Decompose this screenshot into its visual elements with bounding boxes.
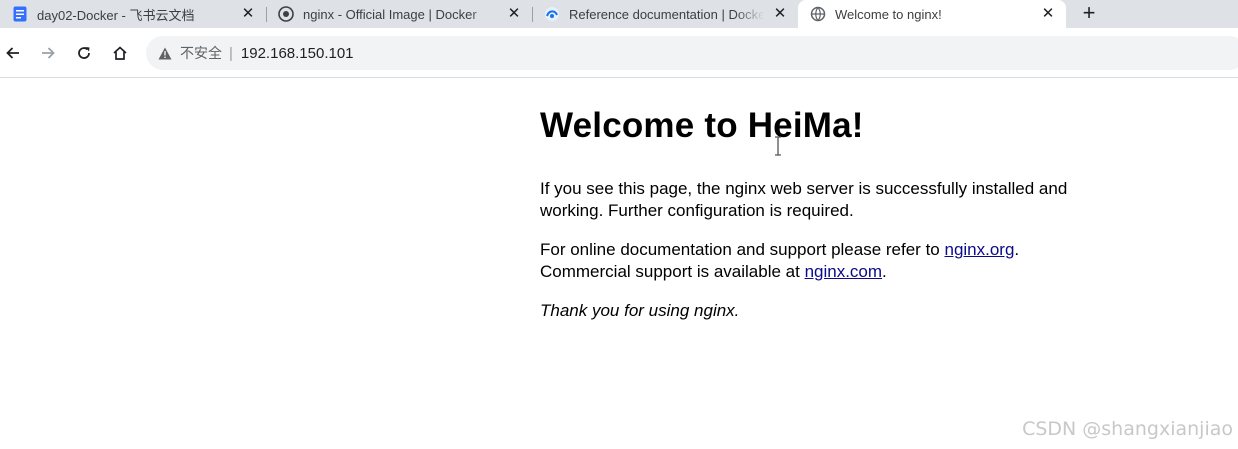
globe-icon: [278, 6, 294, 22]
document-icon: [12, 6, 28, 22]
thanks-text: Thank you for using nginx.: [540, 301, 740, 320]
security-label[interactable]: 不安全: [180, 43, 222, 63]
world-icon: [810, 6, 826, 22]
intro-paragraph: If you see this page, the nginx web serv…: [540, 179, 1068, 220]
thanks-paragraph: Thank you for using nginx.: [540, 300, 1110, 322]
arrow-right-icon: [42, 47, 55, 59]
omnibox-separator: |: [229, 44, 233, 62]
nginx-com-link[interactable]: nginx.com: [805, 262, 882, 281]
tab-nginx-docker[interactable]: nginx - Official Image | Docker ✕: [266, 0, 533, 28]
warning-icon[interactable]: [158, 46, 172, 60]
page-content: Welcome to HeiMa! If you see this page, …: [540, 104, 1110, 339]
tab-strip: day02-Docker - 飞书云文档 ✕ nginx - Official …: [0, 0, 1238, 28]
period: .: [882, 262, 887, 281]
reload-icon: [78, 47, 90, 59]
forward-button[interactable]: [35, 40, 61, 66]
support-text: For online documentation and support ple…: [540, 240, 945, 259]
page-heading: Welcome to HeiMa!: [540, 106, 864, 145]
text-cursor-icon: [772, 136, 784, 156]
close-icon[interactable]: ✕: [240, 6, 256, 22]
docs-icon: [544, 6, 560, 22]
home-icon: [113, 46, 127, 60]
period: .: [1014, 240, 1020, 259]
watermark: CSDN @shangxianjiao: [1022, 418, 1233, 440]
tab-feishu-doc[interactable]: day02-Docker - 飞书云文档 ✕: [0, 0, 267, 28]
reload-button[interactable]: [71, 40, 97, 66]
home-button[interactable]: [107, 40, 133, 66]
support-paragraph: For online documentation and support ple…: [540, 239, 1110, 283]
commercial-text: Commercial support is available at: [540, 262, 805, 281]
close-icon[interactable]: ✕: [772, 6, 788, 22]
address-bar[interactable]: 不安全 | 192.168.150.101: [146, 36, 1238, 70]
tab-title: nginx - Official Image | Docker: [303, 6, 477, 22]
tab-title: Welcome to nginx!: [835, 6, 942, 22]
tab-welcome-nginx[interactable]: Welcome to nginx! ✕: [798, 0, 1066, 28]
url-text[interactable]: 192.168.150.101: [241, 45, 354, 62]
new-tab-button[interactable]: +: [1076, 2, 1102, 26]
toolbar: 不安全 | 192.168.150.101: [0, 28, 1238, 78]
tab-reference-docs[interactable]: Reference documentation | Docker ✕: [532, 0, 798, 28]
close-icon[interactable]: ✕: [506, 6, 522, 22]
back-button[interactable]: [0, 40, 26, 66]
page-viewport: Welcome to HeiMa! If you see this page, …: [0, 78, 1238, 449]
tab-title: day02-Docker - 飞书云文档: [37, 7, 195, 23]
browser-window: day02-Docker - 飞书云文档 ✕ nginx - Official …: [0, 0, 1238, 449]
nginx-org-link[interactable]: nginx.org: [944, 240, 1014, 259]
tab-title: Reference documentation | Docker: [569, 6, 764, 22]
arrow-left-icon: [6, 47, 19, 59]
close-icon[interactable]: ✕: [1040, 6, 1056, 22]
